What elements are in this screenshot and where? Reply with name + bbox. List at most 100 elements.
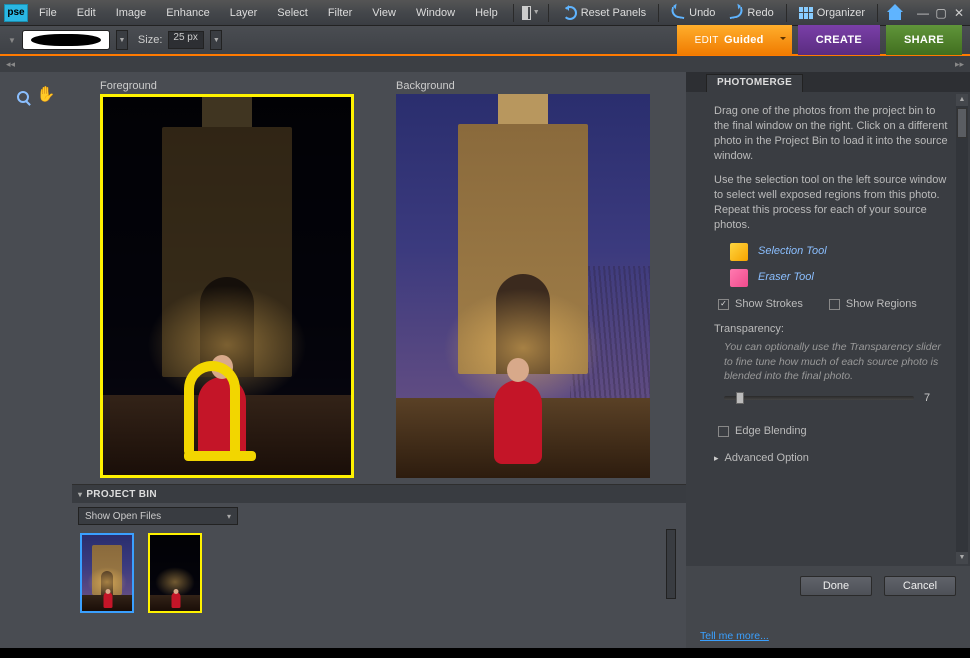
redo-button[interactable]: Redo <box>723 7 779 19</box>
transparency-value: 7 <box>924 391 930 406</box>
advanced-option-row[interactable]: Advanced Option <box>714 451 952 466</box>
menu-edit[interactable]: Edit <box>68 3 105 23</box>
eraser-tool-label: Eraser Tool <box>758 270 814 285</box>
menu-file[interactable]: File <box>30 3 66 23</box>
project-bin-body: Show Open Files <box>72 503 686 621</box>
foreground-canvas[interactable] <box>100 94 354 478</box>
panel-body: ▲ ▼ Drag one of the photos from the proj… <box>686 92 970 566</box>
project-bin: PROJECT BIN Show Open Files <box>72 484 686 621</box>
redo-label: Redo <box>747 7 773 19</box>
undo-button[interactable]: Undo <box>665 7 721 19</box>
show-regions-checkbox[interactable] <box>829 299 840 310</box>
workspace: Foreground Background <box>72 72 686 648</box>
eraser-tool-row[interactable]: Eraser Tool <box>730 269 952 287</box>
mode-guided-label: Guided <box>724 34 764 46</box>
project-bin-filter[interactable]: Show Open Files <box>78 507 238 525</box>
canvas-row: Foreground Background <box>72 72 686 484</box>
nav-next[interactable]: ▸▸ <box>955 59 964 70</box>
scroll-thumb[interactable] <box>957 108 967 138</box>
foreground-column: Foreground <box>100 80 354 476</box>
scroll-down-icon[interactable]: ▼ <box>956 552 968 564</box>
mode-create[interactable]: CREATE <box>798 25 880 55</box>
undo-icon <box>670 6 686 18</box>
done-button[interactable]: Done <box>800 576 872 596</box>
selection-tool-row[interactable]: Selection Tool <box>730 243 952 261</box>
thumbnail-1[interactable] <box>80 533 134 613</box>
menu-image[interactable]: Image <box>107 3 156 23</box>
edge-blending-checkbox[interactable] <box>718 426 729 437</box>
menu-layer[interactable]: Layer <box>221 3 267 23</box>
brush-dropdown[interactable]: ▼ <box>116 30 128 50</box>
menu-view[interactable]: View <box>363 3 405 23</box>
thumbnail-2[interactable] <box>148 533 202 613</box>
menu-enhance[interactable]: Enhance <box>157 3 218 23</box>
separator <box>877 4 878 22</box>
transparency-label: Transparency: <box>714 322 952 337</box>
chevron-down-icon[interactable]: ▼ <box>8 36 16 45</box>
brush-preview[interactable] <box>22 30 110 50</box>
mode-share[interactable]: SHARE <box>886 25 962 55</box>
background-canvas[interactable] <box>396 94 650 478</box>
size-dropdown[interactable]: ▼ <box>210 30 222 50</box>
separator <box>786 4 787 22</box>
home-icon <box>887 6 903 20</box>
slider-thumb[interactable] <box>736 392 744 404</box>
menu-filter[interactable]: Filter <box>319 3 361 23</box>
organizer-button[interactable]: Organizer <box>793 7 871 19</box>
refresh-icon <box>563 6 577 20</box>
edge-blending-label: Edge Blending <box>735 424 807 439</box>
maximize-button[interactable]: ▢ <box>934 6 948 20</box>
panel-scrollbar[interactable]: ▲ ▼ <box>956 94 968 564</box>
show-options-row: ✓ Show Strokes Show Regions <box>718 297 952 312</box>
panel-footer: Done Cancel Tell me more... <box>686 566 970 648</box>
bin-scrollbar[interactable] <box>666 529 676 599</box>
organizer-label: Organizer <box>817 7 865 19</box>
thumbnail-row <box>78 533 680 613</box>
scroll-up-icon[interactable]: ▲ <box>956 94 968 106</box>
right-panel: PHOTOMERGE ▲ ▼ Drag one of the photos fr… <box>686 72 970 648</box>
tell-me-more-link[interactable]: Tell me more... <box>700 630 769 642</box>
thin-nav-bar: ◂◂ ▸▸ <box>0 56 970 72</box>
selection-tool-label: Selection Tool <box>758 244 827 259</box>
main-area: ✋ Foreground Background <box>0 72 970 648</box>
size-input[interactable]: 25 px <box>168 31 204 49</box>
panel-tab-row: PHOTOMERGE <box>686 72 970 92</box>
panel-tab-photomerge[interactable]: PHOTOMERGE <box>706 74 803 92</box>
bottom-strip <box>0 648 970 658</box>
foreground-label: Foreground <box>100 80 354 92</box>
show-regions-label: Show Regions <box>846 297 917 312</box>
cancel-button[interactable]: Cancel <box>884 576 956 596</box>
window-controls: — ▢ ✕ <box>916 6 966 20</box>
options-bar: ▼ ▼ Size: 25 px ▼ EDIT Guided CREATE SHA… <box>0 26 970 56</box>
undo-label: Undo <box>689 7 715 19</box>
size-label: Size: <box>138 34 162 46</box>
nav-prev[interactable]: ◂◂ <box>6 59 15 70</box>
reset-panels-label: Reset Panels <box>581 7 646 19</box>
edge-blending-row: Edge Blending <box>718 424 952 439</box>
hand-tool[interactable]: ✋ <box>38 86 54 102</box>
project-bin-header[interactable]: PROJECT BIN <box>72 485 686 503</box>
home-button[interactable] <box>884 3 906 23</box>
zoom-tool[interactable] <box>12 86 34 108</box>
transparency-slider[interactable] <box>724 396 914 400</box>
transparency-hint: You can optionally use the Transparency … <box>724 340 952 383</box>
instructions-2: Use the selection tool on the left sourc… <box>714 173 952 232</box>
transparency-slider-row: 7 <box>724 391 952 406</box>
menu-select[interactable]: Select <box>268 3 317 23</box>
close-button[interactable]: ✕ <box>952 6 966 20</box>
menu-bar: pse File Edit Image Enhance Layer Select… <box>0 0 970 26</box>
redo-icon <box>729 6 745 18</box>
menu-help[interactable]: Help <box>466 3 507 23</box>
minimize-button[interactable]: — <box>916 6 930 20</box>
menu-window[interactable]: Window <box>407 3 464 23</box>
pencil-icon <box>730 243 748 261</box>
tool-strip: ✋ <box>0 72 72 648</box>
show-strokes-label: Show Strokes <box>735 297 803 312</box>
layout-switcher[interactable]: ▼ <box>520 3 542 23</box>
reset-panels-button[interactable]: Reset Panels <box>557 6 652 20</box>
grid-icon <box>799 7 813 19</box>
mode-edit-guided[interactable]: EDIT Guided <box>677 25 792 55</box>
separator <box>658 4 659 22</box>
show-strokes-checkbox[interactable]: ✓ <box>718 299 729 310</box>
eraser-icon <box>730 269 748 287</box>
